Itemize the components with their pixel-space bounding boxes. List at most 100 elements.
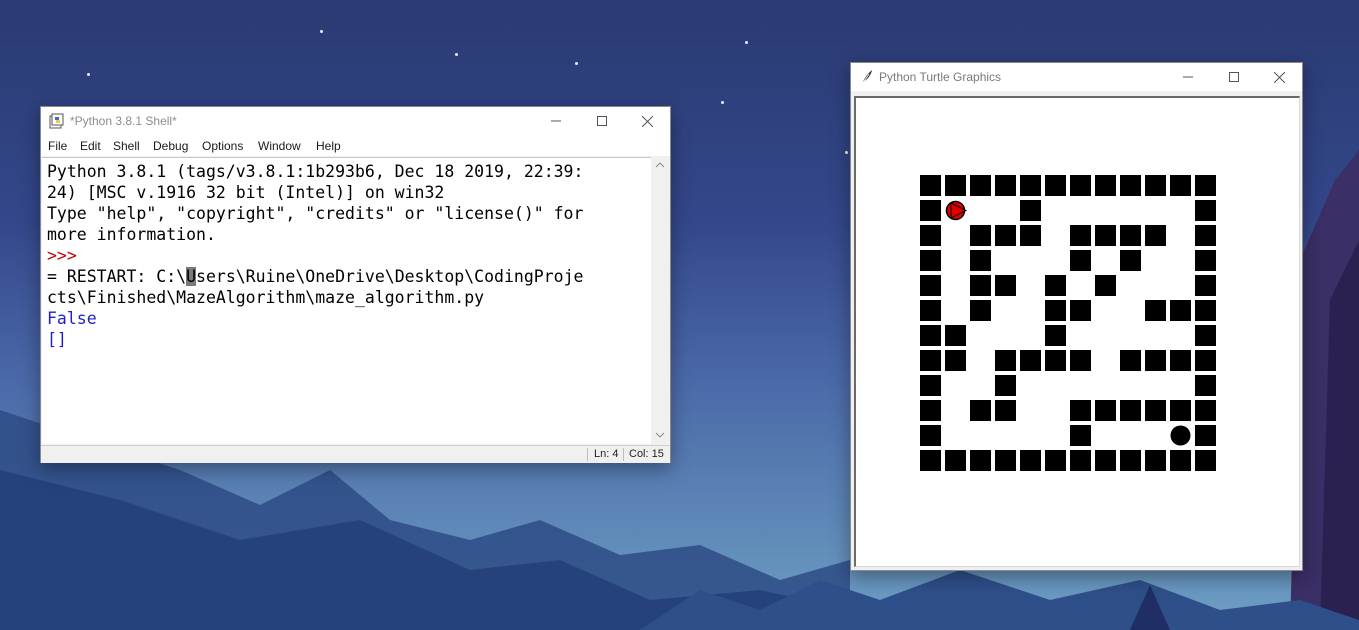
minimize-button[interactable]	[1165, 63, 1211, 91]
maze-wall	[920, 350, 941, 371]
maze-wall	[920, 250, 941, 271]
shell-titlebar[interactable]: *Python 3.8.1 Shell*	[41, 107, 670, 135]
maze-wall	[920, 375, 941, 396]
maze-wall	[920, 200, 941, 221]
maze-wall	[920, 325, 941, 346]
close-icon	[641, 115, 653, 127]
menu-debug[interactable]: Debug	[153, 139, 188, 153]
restart-line: = RESTART: C:\Users\Ruine\OneDrive\Deskt…	[47, 267, 583, 286]
menu-bar: File Edit Shell Debug Options Window Hel…	[41, 135, 670, 156]
maze-wall	[1095, 400, 1116, 421]
close-icon	[1273, 71, 1285, 83]
maze-wall	[1120, 400, 1141, 421]
maze-wall	[1170, 300, 1191, 321]
maze-wall	[945, 450, 966, 471]
menu-options[interactable]: Options	[202, 139, 243, 153]
status-col: Col: 15	[629, 448, 664, 460]
maze-wall	[1020, 450, 1041, 471]
maze-wall	[1095, 450, 1116, 471]
star	[745, 41, 748, 44]
maze-wall	[920, 175, 941, 196]
maze-wall	[1120, 450, 1141, 471]
maze-wall	[970, 400, 991, 421]
maze-wall	[1070, 425, 1091, 446]
maze-wall	[1070, 450, 1091, 471]
status-divider	[587, 448, 588, 461]
maximize-icon	[1229, 72, 1239, 82]
maze-wall	[1195, 350, 1216, 371]
maze-wall	[1045, 175, 1066, 196]
star	[87, 73, 90, 76]
idle-icon	[49, 113, 64, 129]
menu-edit[interactable]: Edit	[80, 139, 101, 153]
scroll-down-icon[interactable]	[652, 429, 668, 441]
maze-wall	[1195, 300, 1216, 321]
maze-wall	[1195, 375, 1216, 396]
minimize-icon	[1183, 76, 1193, 78]
close-button[interactable]	[624, 107, 670, 135]
maze-wall	[995, 175, 1016, 196]
shell-prompt: >>>	[47, 246, 77, 265]
maze-wall	[1045, 325, 1066, 346]
vertical-scrollbar[interactable]	[652, 157, 668, 443]
star	[455, 53, 458, 56]
maze-wall	[1070, 175, 1091, 196]
maze-wall	[945, 350, 966, 371]
maze-wall	[1020, 350, 1041, 371]
maze-wall	[1195, 275, 1216, 296]
python-shell-window[interactable]: *Python 3.8.1 Shell* File Edit Shell Deb…	[40, 106, 671, 463]
minimize-button[interactable]	[533, 107, 579, 135]
maximize-button[interactable]	[579, 107, 625, 135]
menu-help[interactable]: Help	[316, 139, 341, 153]
star	[320, 30, 323, 33]
maze-wall	[1145, 450, 1166, 471]
status-divider	[623, 448, 624, 461]
maze-wall	[995, 400, 1016, 421]
window-title: *Python 3.8.1 Shell*	[70, 114, 177, 128]
maze-wall	[1045, 350, 1066, 371]
turtle-canvas[interactable]	[854, 96, 1300, 567]
maze-wall	[995, 375, 1016, 396]
maze-wall	[1070, 300, 1091, 321]
feather-icon	[861, 70, 872, 85]
maze-wall	[995, 450, 1016, 471]
maze-wall	[1120, 225, 1141, 246]
maze-wall	[1195, 200, 1216, 221]
maze-wall	[1195, 425, 1216, 446]
maze-wall	[970, 175, 991, 196]
maze-wall	[920, 425, 941, 446]
maze-wall	[1045, 450, 1066, 471]
close-button[interactable]	[1256, 63, 1302, 91]
turtle-titlebar[interactable]: Python Turtle Graphics	[851, 63, 1302, 91]
menu-window[interactable]: Window	[258, 139, 301, 153]
maze-wall	[1145, 350, 1166, 371]
turtle-graphics-window[interactable]: Python Turtle Graphics	[850, 62, 1303, 571]
turtle-icon	[945, 200, 968, 221]
shell-output: Python 3.8.1 (tags/v3.8.1:1b293b6, Dec 1…	[47, 161, 583, 350]
maze-wall	[1020, 200, 1041, 221]
star	[845, 151, 848, 154]
maze-wall	[1120, 175, 1141, 196]
maze-wall	[1170, 450, 1191, 471]
maze-wall	[995, 225, 1016, 246]
banner-line: more information.	[47, 225, 216, 244]
maze-wall	[1170, 350, 1191, 371]
maze-wall	[970, 300, 991, 321]
menu-file[interactable]: File	[48, 139, 67, 153]
maze-wall	[995, 275, 1016, 296]
maze-wall	[1145, 400, 1166, 421]
star	[721, 101, 724, 104]
text-cursor: U	[186, 267, 197, 286]
restart-line: cts\Finished\MazeAlgorithm\maze_algorith…	[47, 288, 485, 307]
maze-wall	[1070, 400, 1091, 421]
menu-shell[interactable]: Shell	[113, 139, 140, 153]
maze-wall	[920, 225, 941, 246]
scroll-up-icon[interactable]	[652, 159, 668, 171]
maximize-button[interactable]	[1211, 63, 1257, 91]
shell-text-area[interactable]: Python 3.8.1 (tags/v3.8.1:1b293b6, Dec 1…	[42, 157, 651, 444]
maze-wall	[995, 350, 1016, 371]
maze-wall	[1195, 250, 1216, 271]
maze-wall	[1070, 350, 1091, 371]
maze-wall	[1045, 300, 1066, 321]
status-line: Ln: 4	[594, 448, 619, 460]
